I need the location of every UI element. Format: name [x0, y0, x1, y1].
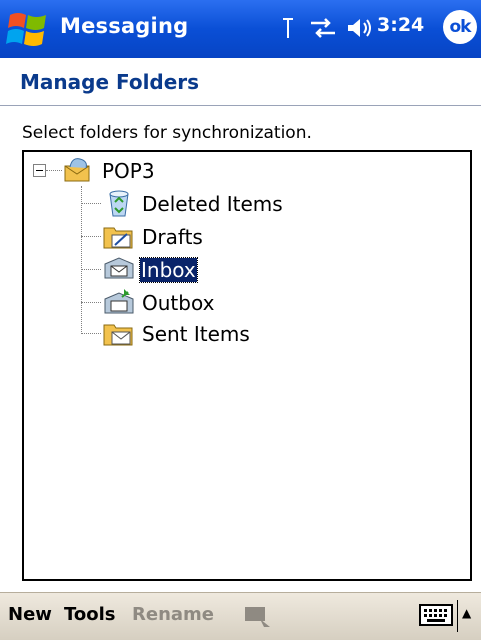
tools-menu-button[interactable]: Tools — [64, 604, 116, 625]
instruction-text: Select folders for synchronization. — [22, 123, 312, 143]
tree-item-label[interactable]: Drafts — [142, 225, 203, 249]
tree-item-label-selected[interactable]: Inbox — [139, 257, 198, 283]
windows-start-icon[interactable] — [6, 9, 50, 51]
outbox-icon — [104, 289, 134, 314]
tree-item-label[interactable]: Sent Items — [142, 322, 250, 346]
send-receive-icon — [245, 607, 270, 627]
app-title: Messaging — [60, 14, 189, 38]
keyboard-icon[interactable] — [419, 604, 453, 626]
collapse-toggle[interactable] — [33, 164, 46, 177]
title-bar: Messaging 3:24 ok — [0, 0, 481, 58]
recycle-bin-icon — [109, 190, 129, 217]
mail-account-icon — [64, 158, 90, 182]
connectivity-arrows-icon[interactable] — [309, 16, 337, 40]
sip-divider — [457, 600, 458, 632]
inbox-icon — [104, 257, 134, 279]
tree-item-label[interactable]: Outbox — [142, 291, 214, 315]
tree-root-label[interactable]: POP3 — [102, 159, 155, 183]
volume-speaker-icon[interactable] — [346, 16, 374, 40]
clock-time[interactable]: 3:24 — [377, 14, 424, 36]
ok-button[interactable]: ok — [443, 10, 477, 44]
rename-menu-button: Rename — [132, 604, 214, 625]
page-title: Manage Folders — [20, 70, 200, 94]
new-menu-button[interactable]: New — [8, 604, 52, 625]
sip-arrow-icon[interactable]: ▲ — [462, 606, 471, 620]
tree-item-label[interactable]: Deleted Items — [142, 192, 283, 216]
menu-bar: New Tools Rename — [0, 592, 481, 640]
signal-antenna-icon[interactable] — [282, 16, 294, 40]
folder-tree[interactable]: POP3 Deleted Items Drafts Inbox Outbox S… — [22, 150, 472, 581]
sent-items-folder-icon — [103, 324, 133, 346]
header-divider — [0, 105, 481, 106]
drafts-folder-icon — [103, 227, 133, 249]
